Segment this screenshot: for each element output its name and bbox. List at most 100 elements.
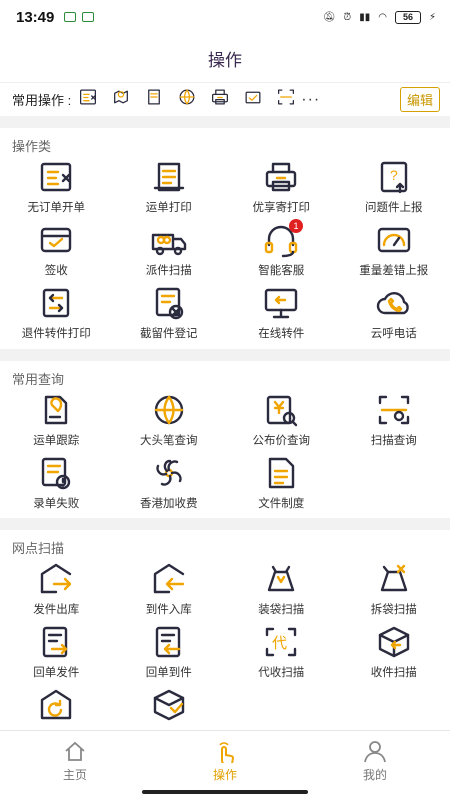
tab-label: 主页 [62, 768, 87, 782]
waybill-track-icon [45, 395, 68, 425]
grid-item-0-4[interactable]: 签收 [0, 219, 113, 282]
grid-item-label: 智能客服 [258, 265, 305, 277]
grid-item-label: 无订单开单 [27, 202, 86, 214]
cloud-phone-icon [376, 292, 409, 315]
grid-item-0-2[interactable]: 优享寄打印 [225, 156, 338, 219]
tab-label: 操作 [212, 768, 237, 782]
grid-item-1-6[interactable]: 文件制度 [225, 452, 338, 515]
grid-item-2-1[interactable]: 到件入库 [113, 558, 226, 621]
grid-item-2-5[interactable]: 回单到件 [113, 621, 226, 684]
grid-item-0-9[interactable]: 截留件登记 [113, 282, 226, 345]
common-operation-6[interactable] [275, 87, 297, 112]
globe-icon [154, 395, 183, 425]
grid-item-0-0[interactable]: 无订单开单 [0, 156, 113, 219]
grid-item-label: 大头笔查询 [140, 435, 198, 447]
common-operation-0[interactable] [77, 87, 99, 112]
tab-0[interactable]: 主页 [0, 731, 150, 800]
online-transfer-icon [265, 288, 298, 319]
grid-item-1-5[interactable]: 香港加收费 [113, 452, 226, 515]
notification-badge: 1 [289, 219, 303, 233]
status-time: 13:49 [16, 8, 55, 26]
no-order-icon [41, 162, 72, 192]
status-right: 🔕︎ ⏰︎ ▮▮ ◠ 56 ⚡︎ [322, 10, 436, 24]
globe-icon [179, 89, 195, 105]
grid-item-1-4[interactable]: 录单失败 [0, 452, 113, 515]
section-operations: 操作类 无订单开单 运单打印 优享寄打印? 问题件上报签收 派件扫描 1 智能客服 重量差错上… [0, 128, 450, 349]
grid-item-1-1[interactable]: 大头笔查询 [113, 389, 226, 452]
common-operation-3[interactable] [176, 87, 198, 112]
scan-icon [278, 89, 295, 105]
grid-item-label: 发件出库 [33, 604, 80, 616]
grid-item-label: 重量差错上报 [359, 265, 429, 277]
section-title: 操作类 [12, 139, 52, 154]
grid-item-2-8[interactable] [0, 684, 113, 730]
return-print-icon [43, 288, 70, 318]
charging-icon: ⚡︎ [428, 11, 436, 23]
divider [0, 349, 450, 361]
grid-item-2-3[interactable]: 拆袋扫描 [338, 558, 450, 621]
title-bar: 操作 [0, 34, 450, 82]
home-indicator [142, 790, 308, 794]
grid-item-label: 拆袋扫描 [370, 604, 417, 616]
grid-item-label: 到件入库 [145, 604, 192, 616]
page-title: 操作 [208, 50, 242, 70]
price-query-icon [267, 395, 298, 427]
grid-item-2-6[interactable]: 代代收扫描 [225, 621, 338, 684]
document-icon [269, 457, 295, 489]
section-common-queries: 常用查询 运单跟踪 大头笔查询 公布价查询 扫描查询 录单失败 香港加收费 文件制度 [0, 361, 450, 518]
wifi-icon: ◠ [378, 11, 387, 23]
cod-scan-icon: 代 [266, 627, 297, 657]
grid-item-2-2[interactable]: 装袋扫描 [225, 558, 338, 621]
grid-item-0-1[interactable]: 运单打印 [113, 156, 226, 219]
grid-item-label: 香港加收费 [140, 498, 198, 510]
user-icon [364, 741, 386, 763]
common-operation-2[interactable] [143, 87, 165, 112]
grid-item-2-9[interactable] [113, 684, 226, 730]
bauhinia-icon [156, 459, 182, 486]
grid-item-0-5[interactable]: 派件扫描 [113, 219, 226, 282]
scale-icon [377, 227, 410, 253]
grid-item-label: 代收扫描 [258, 667, 305, 679]
grid-item-label: 派件扫描 [145, 265, 192, 277]
grid-item-label: 在线转件 [258, 328, 305, 340]
tap-hand-icon [219, 742, 235, 763]
grid-item-0-6[interactable]: 1 智能客服 [225, 219, 338, 282]
grid-item-0-8[interactable]: 退件转件打印 [0, 282, 113, 345]
grid-item-label: 文件制度 [258, 498, 305, 510]
return-house-icon [41, 689, 72, 720]
divider [0, 518, 450, 530]
grid-item-1-0[interactable]: 运单跟踪 [0, 389, 113, 452]
common-operation-1[interactable] [110, 87, 132, 112]
tracking-icon [114, 90, 129, 104]
tab-2[interactable]: 我的 [300, 731, 450, 800]
grid-item-2-4[interactable]: 回单发件 [0, 621, 113, 684]
edit-button[interactable]: 编辑 [399, 87, 440, 112]
grid-item-0-10[interactable]: 在线转件 [225, 282, 338, 345]
more-icon[interactable]: ··· [301, 91, 320, 109]
arrival-in-icon [153, 563, 184, 594]
intercept-icon [155, 287, 183, 320]
grid-item-2-0[interactable]: 发件出库 [0, 558, 113, 621]
grid-item-1-2[interactable]: 公布价查询 [225, 389, 338, 452]
grid-item-label: 回单到件 [145, 667, 192, 679]
grid-item-label: 录单失败 [33, 498, 80, 510]
grid-item-1-3[interactable]: 扫描查询 [338, 389, 450, 452]
grid-item-0-7[interactable]: 重量差错上报 [338, 219, 450, 282]
no-order-icon [80, 89, 97, 105]
mute-icon: 🔕︎ [322, 11, 336, 23]
grid-item-label: 截留件登记 [140, 328, 198, 340]
common-operation-5[interactable] [242, 87, 264, 112]
unbagging-icon [380, 564, 407, 592]
problem-report-icon: ? [380, 161, 407, 194]
grid-item-label: 公布价查询 [252, 435, 311, 447]
entry-failed-icon [42, 457, 71, 490]
grid-item-2-7[interactable]: 收件扫描 [338, 621, 450, 684]
section-outlet-scan: 网点扫描 发件出库 到件入库 装袋扫描 拆袋扫描 回单发件 回单到件代代收扫描 收件扫描 [0, 530, 450, 730]
section-title: 网点扫描 [12, 541, 65, 556]
grid-item-0-3[interactable]: ? 问题件上报 [338, 156, 450, 219]
scan-query-icon [378, 395, 409, 425]
grid-item-label: 运单跟踪 [33, 435, 80, 447]
common-operation-4[interactable] [209, 87, 231, 112]
grid-item-0-11[interactable]: 云呼电话 [338, 282, 450, 345]
grid-item-label: 运单打印 [145, 202, 192, 214]
